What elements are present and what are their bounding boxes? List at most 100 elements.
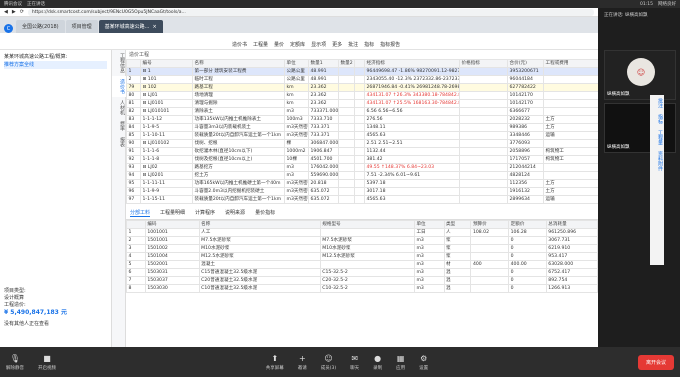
- table-row[interactable]: 3 1501002 M10水泥砂浆 M10水泥砂浆 m3 浆 0 6219.910: [126, 244, 599, 253]
- chat-icon: ✉: [351, 353, 359, 363]
- tab-current[interactable]: 基某环城高速公路... ×: [98, 20, 163, 33]
- app-name: 腾讯会议: [4, 2, 22, 7]
- table-cell: 94: [126, 171, 141, 180]
- table-cell: 176042.000: [308, 163, 339, 172]
- invite-button[interactable]: + 邀请: [298, 354, 307, 371]
- tab-project-mgmt[interactable]: 项目管理: [65, 20, 98, 33]
- table-cell: C10普通混凝土32.5级水泥: [198, 284, 321, 293]
- tree-item-root[interactable]: 某某环城高速公路工程/概算:: [4, 53, 107, 61]
- video-tile[interactable]: 纵横高如飘: [604, 103, 676, 153]
- chat-button[interactable]: ✉ 聊天: [350, 354, 359, 371]
- toolbar-item[interactable]: 显示项: [311, 41, 326, 48]
- table-row[interactable]: 80 ⊟ LJ01 场地清理 km 23.362 434131.07 ↑26.3% 343…: [126, 91, 599, 100]
- table-row[interactable]: 81 ⊟ LJ0101 清理与掘除 km 23.362 434131.07 ↑25.5% …: [126, 99, 599, 108]
- video-button[interactable]: ■ 开启视频: [38, 354, 56, 371]
- vtab-labor-material[interactable]: 人材机: [112, 97, 126, 118]
- tab-project[interactable]: 全国公路(2018): [16, 20, 65, 33]
- side-tab[interactable]: 指标: [650, 111, 664, 127]
- table-cell: 1501004: [144, 252, 200, 261]
- members-button[interactable]: ☺ 成员(3): [321, 354, 336, 371]
- table-cell: 人: [443, 228, 472, 237]
- table-row[interactable]: 2 1501001 M7.5水泥砂浆 M7.5水泥砂浆 m3 浆 0 3067.731: [126, 236, 599, 245]
- side-tab[interactable]: 工程量: [650, 127, 664, 148]
- table-cell: [354, 147, 365, 156]
- tab-calc-program[interactable]: 计算程序: [195, 209, 215, 217]
- table-cell: [470, 276, 510, 285]
- avatar: ☺: [627, 58, 655, 86]
- side-tab[interactable]: 资料附件: [650, 148, 664, 174]
- table-row[interactable]: 1 1001001 人工 工日人 108.02 106.28 961250.896: [126, 228, 599, 237]
- toolbar-item[interactable]: 造价书: [232, 41, 247, 48]
- table-row[interactable]: 92 1-1-1-8 伐树及挖根(直径10cm以上) 10棵 4501.700 381.4…: [126, 155, 599, 164]
- table-cell: 276.56: [364, 115, 460, 124]
- tree-item-selected[interactable]: 推荐方案全线: [4, 61, 107, 69]
- table-cell: ⊟ 102: [140, 83, 193, 92]
- side-tab[interactable]: 批注: [650, 95, 664, 111]
- url-input[interactable]: https://dsk.smartcost.com/subject/9ENcU0…: [27, 8, 594, 16]
- table-row[interactable]: 1 ⊟ 1 第一部分 建筑安装工程费 公路公里 48.991 96449698.47 -1…: [126, 67, 599, 76]
- table-cell: M10水泥砂浆: [198, 244, 321, 253]
- table-row[interactable]: 79 ⊟ 102 路基工程 km 23.362 26871946.84 -0.41% 26…: [126, 83, 599, 92]
- vtab-project-info[interactable]: 工程信息: [112, 50, 126, 76]
- close-icon[interactable]: ×: [152, 24, 156, 30]
- table-cell: 3953200671: [507, 67, 544, 76]
- mic-icon: 🎙: [9, 353, 21, 363]
- share-button[interactable]: ⬆ 共享屏幕: [266, 354, 284, 371]
- unmute-button[interactable]: 🎙 解除静音: [6, 354, 24, 371]
- tab-index[interactable]: 量价指标: [255, 209, 275, 217]
- table-row[interactable]: 2 ⊞ 101 临时工程 公路公里 48.991 2343055.40 -12.3% 23…: [126, 75, 599, 84]
- table-row[interactable]: 4 1501004 M12.5水泥砂浆 M12.5水泥砂浆 m3 浆 0 953.417: [126, 252, 599, 261]
- table-cell: 48.991: [308, 75, 339, 84]
- table-cell: [338, 83, 355, 92]
- table-cell: 伐树、挖根: [192, 139, 285, 148]
- table-cell: m3天然密实: [284, 131, 309, 140]
- toolbar-item[interactable]: 定额库: [290, 41, 305, 48]
- toolbar-item[interactable]: 更多: [332, 41, 342, 48]
- vtab-reports[interactable]: 报表: [112, 134, 126, 150]
- table-cell: 23.362: [308, 99, 339, 108]
- table-row[interactable]: 841-1-9-5斗容量3m3以内装载机装土m3天然密实733.371 1348.…: [126, 123, 599, 132]
- record-button[interactable]: ● 录制: [373, 354, 382, 371]
- forward-icon[interactable]: ▶: [12, 9, 16, 15]
- video-tile[interactable]: ☺ 纵横高如飘: [604, 50, 676, 100]
- leave-meeting-button[interactable]: 离开会议: [637, 354, 674, 370]
- toolbar-item[interactable]: 批注: [348, 41, 358, 48]
- apps-button[interactable]: ▦ 应用: [396, 354, 405, 371]
- table-row[interactable]: 82 ⊟ LJ010101 清除表土 m3 733371.000 6.56 6.56~6.…: [126, 107, 599, 116]
- table-cell: 8: [126, 284, 146, 293]
- vtab-cost-book[interactable]: 造价书: [112, 76, 126, 97]
- table-row[interactable]: 7 1503037 C20普通混凝土32.5级水泥 C20-32.5-2 m3 混 0 892…: [126, 276, 599, 285]
- reload-icon[interactable]: ⟳: [20, 9, 24, 15]
- settings-button[interactable]: ⚙ 设置: [419, 354, 428, 371]
- table-row[interactable]: 91 1-1-1-6 砍挖灌木林(直径10cm以下) 1000m2 1906.847 11…: [126, 147, 599, 156]
- table-cell: ⊞ 101: [140, 75, 193, 84]
- table-cell: m3天然密实: [284, 123, 309, 132]
- tab-material[interactable]: 分部工料: [130, 209, 151, 217]
- vtab-rates[interactable]: 费率: [112, 118, 126, 134]
- table-row[interactable]: 951-1-11-11功率165kW以内推土机推硬土第一个40mm3天然密实20…: [126, 179, 599, 188]
- table-row[interactable]: 5 1502001 混凝土 m3 材 400 400.00 63028.000: [126, 260, 599, 269]
- toolbar-item[interactable]: 指标: [364, 41, 374, 48]
- column-header: 预算价: [470, 220, 510, 229]
- table-row[interactable]: 94 ⊟ LJ0201 挖土方 m3 559690.000 7.51 -2.34% 6.0…: [126, 171, 599, 180]
- table-cell: 1-1-1-8: [140, 155, 193, 164]
- tab-source[interactable]: 说明来源: [225, 209, 245, 217]
- toolbar-item[interactable]: 量价: [274, 41, 284, 48]
- table-row[interactable]: 961-1-9-9斗容量2.0m3以内挖掘机挖装硬土m3天然密实635.072 3…: [126, 187, 599, 196]
- table-row[interactable]: 90 ⊟ LJ010102 伐树、挖根棵 306847.000 2.51 2.51~2.…: [126, 139, 599, 148]
- toolbar-item[interactable]: 指标报告: [380, 41, 400, 48]
- tab-quantity-detail[interactable]: 工程量明细: [160, 209, 185, 217]
- toolbar-item[interactable]: 工程量: [253, 41, 268, 48]
- table-row[interactable]: 971-1-15-11装载质量20t以内自卸汽车运土第一个1kmm3天然密实63…: [126, 195, 599, 204]
- table-row[interactable]: 8 1503030 C10普通混凝土32.5级水泥 C10-32.5-2 m3 混 0 126…: [126, 284, 599, 293]
- table-row[interactable]: 93 ⊟ LJ02 路基挖方 m3 176042.000 49.55 ↑148.37% 6…: [126, 163, 599, 172]
- table-cell: 6.56 6.56~6.56: [364, 107, 460, 116]
- table-cell: 1-1-11-11: [140, 179, 193, 188]
- table-cell: [470, 252, 510, 261]
- column-header: [126, 59, 141, 68]
- control-label: 成员(3): [320, 365, 337, 371]
- table-row[interactable]: 6 1503031 C15普通混凝土32.5级水泥 C15-32.5-2 m3 混 0 675…: [126, 268, 599, 277]
- back-icon[interactable]: ◀: [4, 9, 8, 15]
- table-row[interactable]: 851-1-10-11装载质量20t以内自卸汽车运土第一个1kmm3天然密实73…: [126, 131, 599, 140]
- table-row[interactable]: 83 1-1-1-12 功率135kW以内推土机推除表土 100m3 7333.710 2…: [126, 115, 599, 124]
